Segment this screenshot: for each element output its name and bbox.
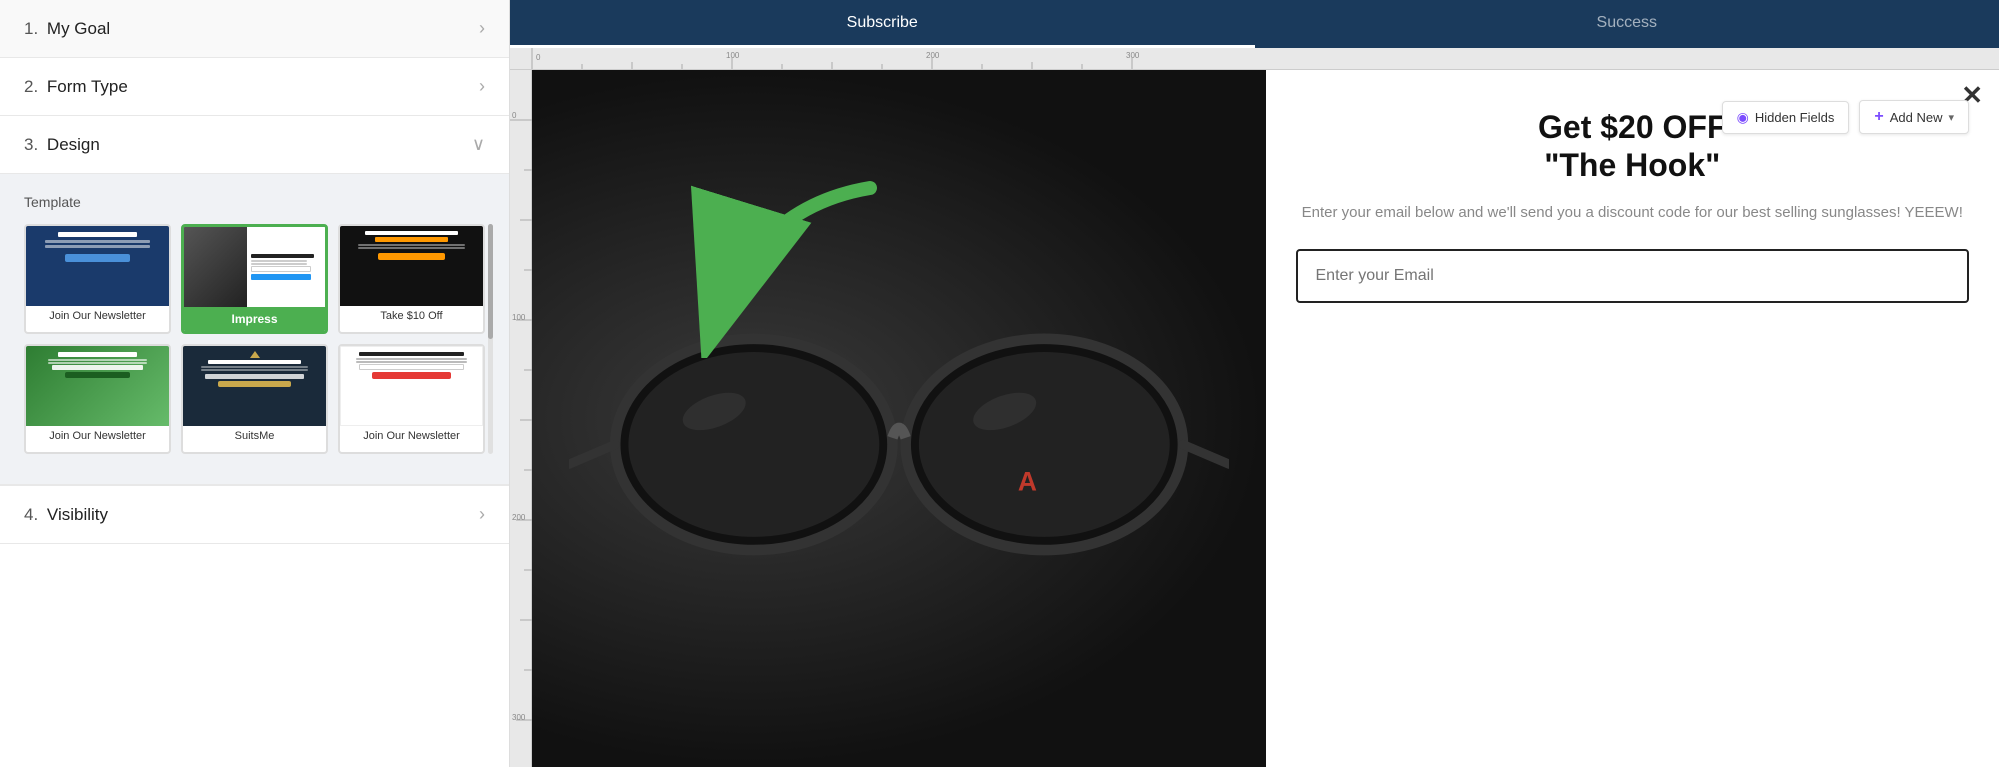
template-grid-wrapper: Join Our Newsletter — [24, 224, 485, 454]
ruler-top-svg: 0 100 200 300 — [510, 48, 1999, 70]
tab-subscribe-label: Subscribe — [847, 14, 918, 32]
template-card-name: Take $10 Off — [340, 306, 483, 326]
template-card-name: Impress — [184, 307, 325, 331]
chevron-right-icon: › — [479, 504, 485, 525]
sidebar: 1. My Goal › 2. Form Type › 3. Design ∨ … — [0, 0, 510, 767]
tab-bar: Subscribe Success — [510, 0, 1999, 48]
svg-text:100: 100 — [726, 51, 740, 60]
canvas-area: 0 100 200 300 — [510, 48, 1999, 767]
template-card-newsletter-1[interactable]: Join Our Newsletter — [24, 224, 171, 334]
template-card-name: Join Our Newsletter — [26, 426, 169, 446]
sunglasses-svg: A — [569, 187, 1229, 649]
template-img — [340, 226, 483, 306]
template-card-name: Join Our Newsletter — [340, 426, 483, 446]
template-label: Template — [24, 194, 485, 210]
template-card-impress[interactable]: Impress — [181, 224, 328, 334]
scrollbar-track[interactable] — [488, 224, 493, 454]
template-card-name: Join Our Newsletter — [26, 306, 169, 326]
design-content: Template Join Our Newsle — [0, 174, 509, 485]
canvas-content: A ✕ Get $20 OFF "The Hook" — [532, 70, 1999, 767]
tab-success[interactable]: Success — [1255, 0, 1999, 48]
email-input[interactable] — [1296, 249, 1970, 303]
svg-text:100: 100 — [512, 313, 526, 322]
chevron-right-icon: › — [479, 18, 485, 39]
svg-text:A: A — [1018, 467, 1037, 497]
tab-success-label: Success — [1597, 14, 1657, 32]
svg-text:200: 200 — [512, 513, 526, 522]
svg-text:0: 0 — [536, 53, 541, 62]
template-card-green-nl[interactable]: Join Our Newsletter — [24, 344, 171, 454]
template-img — [26, 226, 169, 306]
eye-icon: ◉ — [1737, 109, 1749, 126]
template-img — [26, 346, 169, 426]
sidebar-section-design: 3. Design ∨ Template — [0, 116, 509, 485]
plus-icon: + — [1874, 108, 1883, 126]
popup-form: ✕ Get $20 OFF "The Hook" Enter your emai… — [1266, 70, 1999, 767]
template-img — [184, 227, 325, 307]
template-card-name: SuitsMe — [183, 426, 326, 446]
svg-text:300: 300 — [1126, 51, 1140, 60]
ruler-left: 0 100 200 300 — [510, 70, 532, 767]
popup-preview: A ✕ Get $20 OFF "The Hook" — [532, 70, 1999, 767]
sidebar-item-label: 1. My Goal — [24, 19, 110, 39]
template-card-suitsme[interactable]: SuitsMe — [181, 344, 328, 454]
canvas-toolbar: ◉ Hidden Fields + Add New ▾ — [1722, 100, 1969, 134]
add-new-button[interactable]: + Add New ▾ — [1859, 100, 1969, 134]
sidebar-item-my-goal[interactable]: 1. My Goal › — [0, 0, 509, 58]
template-card-newsletter-3[interactable]: Join Our Newsletter — [338, 344, 485, 454]
svg-text:0: 0 — [512, 111, 517, 120]
tab-subscribe[interactable]: Subscribe — [510, 0, 1255, 48]
popup-description: Enter your email below and we'll send yo… — [1296, 201, 1970, 225]
sidebar-item-design[interactable]: 3. Design ∨ — [0, 116, 509, 174]
chevron-down-icon: ▾ — [1948, 111, 1954, 124]
sunglasses-image: A — [532, 70, 1266, 767]
sidebar-item-label: 4. Visibility — [24, 505, 108, 525]
scrollbar-thumb — [488, 224, 493, 339]
add-new-label: Add New — [1890, 110, 1943, 125]
template-card-watch[interactable]: Take $10 Off — [338, 224, 485, 334]
sidebar-item-label: 2. Form Type — [24, 77, 128, 97]
chevron-right-icon: › — [479, 76, 485, 97]
sidebar-item-visibility[interactable]: 4. Visibility › — [0, 485, 509, 544]
main-content: Subscribe Success 0 100 200 — [510, 0, 1999, 767]
svg-text:200: 200 — [926, 51, 940, 60]
hidden-fields-button[interactable]: ◉ Hidden Fields — [1722, 101, 1850, 134]
sidebar-item-label: 3. Design — [24, 135, 100, 155]
template-img — [183, 346, 326, 426]
chevron-down-icon: ∨ — [472, 134, 485, 155]
hidden-fields-label: Hidden Fields — [1755, 110, 1835, 125]
ruler-top: 0 100 200 300 — [510, 48, 1999, 70]
template-grid: Join Our Newsletter — [24, 224, 485, 454]
template-img — [340, 346, 483, 426]
ruler-left-svg: 0 100 200 300 — [510, 70, 532, 767]
svg-text:300: 300 — [512, 713, 526, 722]
sidebar-item-form-type[interactable]: 2. Form Type › — [0, 58, 509, 116]
